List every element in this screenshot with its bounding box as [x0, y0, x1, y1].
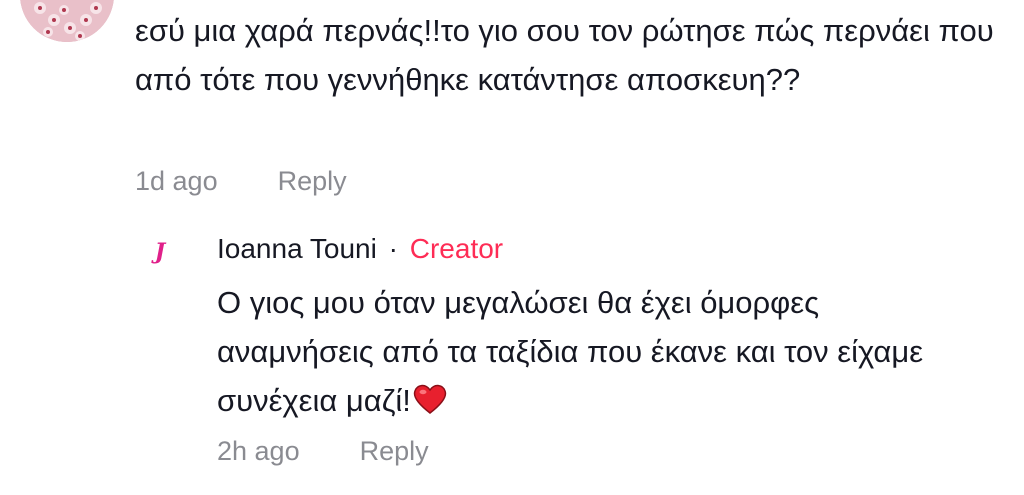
comment-thread: εσύ μια χαρά περνάς!!το γιο σου τον ρώτη… — [0, 0, 1024, 495]
comment-meta: 1d ago Reply — [135, 166, 347, 197]
reply-reply-button[interactable]: Reply — [360, 436, 429, 467]
reply-separator: · — [388, 233, 398, 264]
commenter-avatar[interactable] — [20, 0, 114, 42]
reply-meta: 2h ago Reply — [217, 436, 429, 467]
reply-author-avatar[interactable]: J — [146, 234, 174, 270]
reply-author-name[interactable]: Ioanna Touni — [217, 233, 377, 264]
reply-text: Ο γιος μου όταν μεγαλώσει θα έχει όμορφε… — [217, 285, 924, 418]
reply-text-block: Ο γιος μου όταν μεγαλώσει θα έχει όμορφε… — [217, 278, 977, 429]
comment-text: εσύ μια χαρά περνάς!!το γιο σου τον ρώτη… — [135, 13, 994, 97]
reply-header: Ioanna Touni · Creator — [217, 230, 503, 268]
creator-badge: Creator — [409, 233, 504, 264]
flower-image — [20, 0, 114, 42]
comment-reply-button[interactable]: Reply — [278, 166, 347, 197]
heart-emoji-icon — [413, 380, 447, 429]
reply-timestamp: 2h ago — [217, 436, 300, 466]
comment-timestamp: 1d ago — [135, 166, 218, 196]
